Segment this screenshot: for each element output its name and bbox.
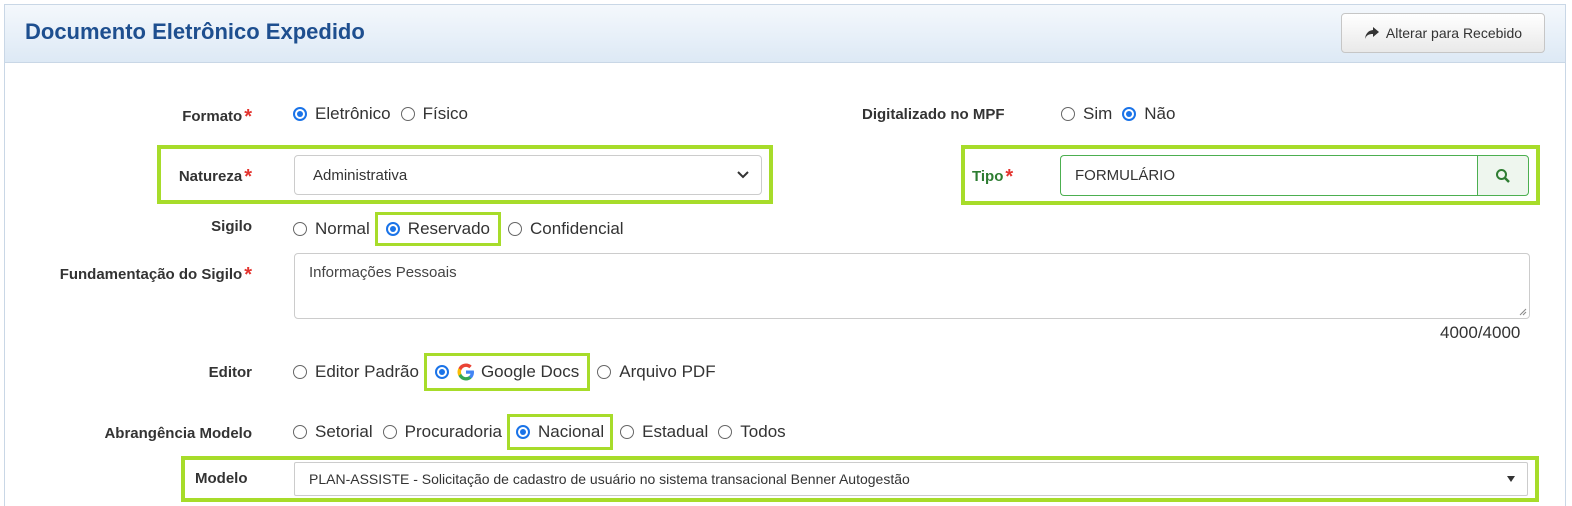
tipo-search-button[interactable] bbox=[1477, 155, 1529, 196]
page-title: Documento Eletrônico Expedido bbox=[25, 19, 365, 44]
radio-unchecked[interactable] bbox=[597, 365, 612, 379]
formato-label: Formato * bbox=[182, 106, 252, 128]
abrangencia-option-setorial[interactable]: Setorial bbox=[293, 422, 373, 442]
share-arrow-icon bbox=[1364, 27, 1379, 39]
editor-option-pdf[interactable]: Arquivo PDF bbox=[597, 362, 716, 382]
natureza-selected-value: Administrativa bbox=[313, 166, 408, 184]
abrangencia-option-todos[interactable]: Todos bbox=[718, 422, 786, 442]
required-asterisk: * bbox=[244, 166, 252, 188]
fundamentacao-text: Informações Pessoais bbox=[309, 264, 457, 281]
abrangencia-option-procuradoria[interactable]: Procuradoria bbox=[382, 422, 502, 442]
sigilo-radio-group: Normal Reservado Confidencial bbox=[293, 212, 634, 246]
radio-checked[interactable] bbox=[515, 425, 530, 439]
editor-label: Editor bbox=[208, 364, 252, 381]
abrangencia-label: Abrangência Modelo bbox=[104, 425, 252, 442]
digitalizado-label: Digitalizado no MPF bbox=[862, 106, 1005, 123]
radio-checked[interactable] bbox=[1122, 107, 1137, 121]
abrangencia-radio-group: Setorial Procuradoria Nacional Estadual … bbox=[293, 414, 796, 450]
fundamentacao-label: Fundamentação do Sigilo * bbox=[59, 264, 252, 286]
editor-option-google-docs[interactable]: Google Docs bbox=[423, 353, 591, 391]
natureza-select[interactable]: Administrativa bbox=[294, 155, 762, 195]
sigilo-option-confidencial[interactable]: Confidencial bbox=[508, 219, 624, 239]
radio-unchecked[interactable] bbox=[508, 222, 523, 236]
radio-unchecked[interactable] bbox=[1061, 107, 1075, 121]
sigilo-label: Sigilo bbox=[211, 218, 252, 235]
formato-option-fisico[interactable]: Físico bbox=[400, 104, 468, 124]
radio-unchecked[interactable] bbox=[293, 365, 307, 379]
radio-unchecked[interactable] bbox=[620, 425, 635, 439]
radio-unchecked[interactable] bbox=[382, 425, 397, 439]
tipo-field[interactable]: FORMULÁRIO bbox=[1060, 155, 1477, 196]
abrangencia-option-estadual[interactable]: Estadual bbox=[620, 422, 708, 442]
character-counter: 4000/4000 bbox=[1440, 323, 1521, 342]
digitalizado-option-nao[interactable]: Não bbox=[1122, 104, 1175, 124]
radio-checked[interactable] bbox=[385, 222, 400, 236]
radio-unchecked[interactable] bbox=[293, 222, 307, 236]
chevron-down-icon bbox=[737, 171, 749, 179]
digitalizado-radio-group: Sim Não bbox=[1061, 104, 1185, 124]
tipo-label: Tipo * bbox=[972, 166, 1014, 188]
radio-unchecked[interactable] bbox=[293, 425, 307, 439]
resize-handle-icon[interactable] bbox=[1519, 308, 1527, 316]
sigilo-option-reservado[interactable]: Reservado bbox=[374, 212, 502, 246]
switch-to-received-button[interactable]: Alterar para Recebido bbox=[1341, 13, 1545, 53]
required-asterisk: * bbox=[244, 264, 252, 286]
caret-down-icon bbox=[1507, 476, 1515, 482]
editor-radio-group: Editor Padrão Google Docs Arquivo PDF bbox=[293, 353, 726, 391]
search-icon bbox=[1496, 168, 1510, 183]
radio-unchecked[interactable] bbox=[400, 107, 415, 121]
formato-option-eletronico[interactable]: Eletrônico bbox=[293, 104, 391, 124]
radio-checked[interactable] bbox=[293, 107, 307, 121]
sigilo-option-normal[interactable]: Normal bbox=[293, 219, 370, 239]
natureza-label: Natureza * bbox=[178, 166, 252, 188]
tipo-input-group: FORMULÁRIO bbox=[1060, 155, 1529, 196]
required-asterisk: * bbox=[1005, 166, 1014, 188]
radio-unchecked[interactable] bbox=[718, 425, 733, 439]
switch-button-label: Alterar para Recebido bbox=[1385, 25, 1523, 41]
modelo-select[interactable]: PLAN-ASSISTE - Solicitação de cadastro d… bbox=[294, 462, 1528, 496]
formato-radio-group: Eletrônico Físico bbox=[293, 104, 478, 124]
abrangencia-option-nacional[interactable]: Nacional bbox=[506, 414, 614, 450]
modelo-label: Modelo bbox=[195, 470, 248, 487]
modelo-selected-value: PLAN-ASSISTE - Solicitação de cadastro d… bbox=[309, 471, 910, 487]
editor-option-padrao[interactable]: Editor Padrão bbox=[293, 362, 419, 382]
digitalizado-option-sim[interactable]: Sim bbox=[1061, 104, 1112, 124]
radio-checked[interactable] bbox=[434, 365, 449, 379]
google-g-icon bbox=[457, 363, 474, 381]
required-asterisk: * bbox=[244, 106, 252, 128]
panel-header: Documento Eletrônico Expedido Alterar pa… bbox=[5, 5, 1565, 63]
fundamentacao-textarea[interactable]: Informações Pessoais bbox=[294, 253, 1530, 319]
